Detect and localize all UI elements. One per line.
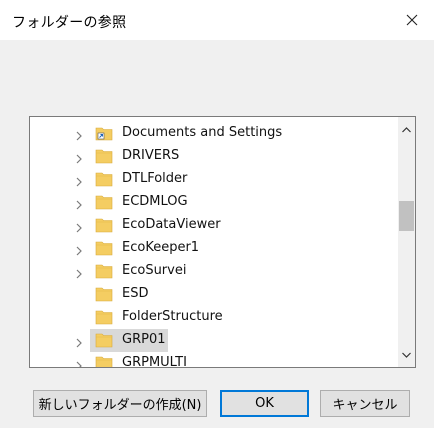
expand-chevron-icon[interactable] [73,173,85,187]
expand-chevron-icon[interactable] [73,219,85,233]
tree-item[interactable]: FolderStructure [30,306,399,329]
title-bar: フォルダーの参照 [0,0,434,40]
close-button[interactable] [390,0,434,40]
folder-browse-dialog: フォルダーの参照 Documents and Settings DRIVERS DT… [0,0,434,428]
vertical-scrollbar[interactable] [398,117,415,367]
scroll-down-button[interactable] [398,346,415,363]
tree-item-label: Documents and Settings [122,125,283,140]
folder-icon [95,286,113,302]
ok-button[interactable]: OK [220,390,309,417]
folder-icon [95,240,113,256]
tree-item[interactable]: EcoKeeper1 [30,237,399,260]
tree-item-label: EcoKeeper1 [122,240,200,255]
tree-item[interactable]: ECDMLOG [30,191,399,214]
tree-item-label: DRIVERS [122,148,180,163]
expand-chevron-icon[interactable] [73,265,85,279]
expand-chevron-icon[interactable] [73,242,85,256]
tree-item[interactable]: Documents and Settings [30,122,399,145]
chevron-up-icon [402,126,411,132]
folder-icon [95,217,113,233]
expand-chevron-icon[interactable] [73,196,85,210]
expand-chevron-icon[interactable] [73,127,85,141]
tree-item-label: GRPMULTI [122,355,187,367]
new-folder-button[interactable]: 新しいフォルダーの作成(N) [33,390,207,417]
folder-icon [95,355,113,367]
dialog-title: フォルダーの参照 [12,15,127,31]
tree-item[interactable]: DRIVERS [30,145,399,168]
folder-icon [95,194,113,210]
folder-tree[interactable]: Documents and Settings DRIVERS DTLFolder EC… [29,116,416,368]
expand-chevron-icon[interactable] [73,150,85,164]
shortcut-folder-icon [95,125,113,141]
tree-item[interactable]: EcoDataViewer [30,214,399,237]
tree-item[interactable]: ESD [30,283,399,306]
folder-icon [95,148,113,164]
tree-item[interactable]: DTLFolder [30,168,399,191]
scroll-up-button[interactable] [398,121,415,138]
close-icon [406,14,418,26]
expand-chevron-icon[interactable] [73,357,85,367]
tree-item-label: EcoDataViewer [122,217,221,232]
folder-tree-list: Documents and Settings DRIVERS DTLFolder EC… [30,117,399,367]
tree-item-label: EcoSurvei [122,263,187,278]
cancel-button[interactable]: キャンセル [320,390,410,417]
scroll-thumb[interactable] [399,201,414,231]
expand-chevron-icon[interactable] [73,334,85,348]
folder-icon [95,309,113,325]
folder-icon [95,332,113,348]
folder-icon [95,263,113,279]
tree-item[interactable]: GRP01 [30,329,399,352]
tree-item-label: ESD [122,286,149,301]
tree-item[interactable]: GRPMULTI [30,352,399,367]
tree-item-label: ECDMLOG [122,194,188,209]
tree-item-label: GRP01 [122,332,166,347]
tree-item[interactable]: EcoSurvei [30,260,399,283]
folder-icon [95,171,113,187]
chevron-down-icon [402,352,411,358]
tree-item-label: FolderStructure [122,309,223,324]
tree-item-label: DTLFolder [122,171,188,186]
